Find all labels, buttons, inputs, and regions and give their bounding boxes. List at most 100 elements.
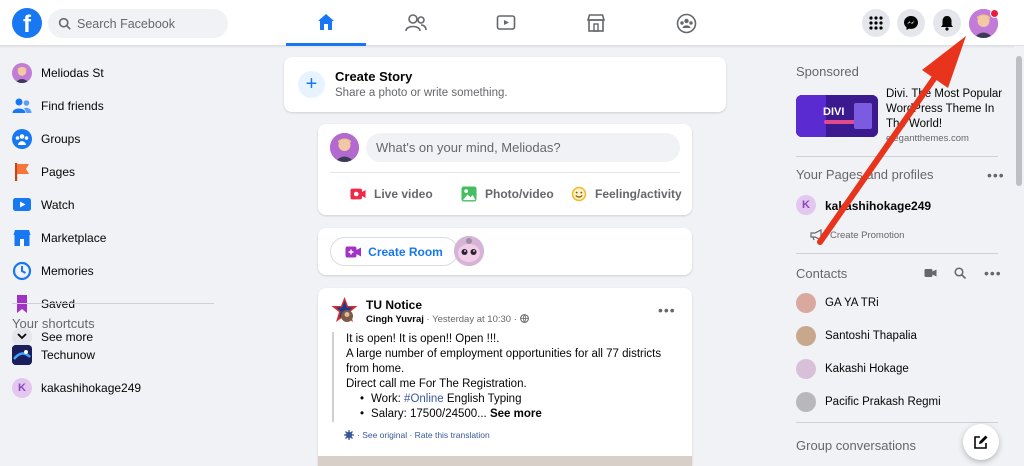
right-divider bbox=[796, 156, 998, 157]
shortcut-kakashihokage249[interactable]: K kakashihokage249 bbox=[0, 371, 230, 404]
bell-icon bbox=[941, 16, 953, 31]
groups-icon bbox=[676, 13, 696, 33]
post-body: It is open! It is open!! Open !!!. A lar… bbox=[332, 332, 678, 422]
bullet-text: Salary: 17500/24500... bbox=[371, 408, 490, 420]
tab-marketplace[interactable] bbox=[556, 0, 636, 46]
post-meta-author[interactable]: Cingh Yuvraj bbox=[366, 314, 424, 325]
translation-links[interactable]: · See original · Rate this translation bbox=[344, 430, 490, 440]
tab-friends[interactable] bbox=[376, 0, 456, 46]
watch-icon bbox=[12, 195, 32, 215]
messenger-button[interactable] bbox=[897, 9, 925, 37]
tab-watch[interactable] bbox=[466, 0, 546, 46]
composer-divider bbox=[330, 172, 680, 173]
translation-text[interactable]: · See original · Rate this translation bbox=[357, 430, 490, 440]
post-composer: Live video Photo/video Feeling/activity bbox=[318, 124, 692, 215]
contact-name: Santoshi Thapalia bbox=[825, 330, 917, 342]
search-icon bbox=[58, 17, 71, 30]
menu-grid-icon bbox=[869, 16, 883, 30]
friends-icon bbox=[12, 96, 32, 116]
create-story-card[interactable]: + Create Story Share a photo or write so… bbox=[284, 57, 726, 112]
feeling-activity-button[interactable]: Feeling/activity bbox=[571, 183, 682, 205]
post-line: It is open! It is open!! Open !!!. bbox=[346, 333, 500, 345]
post-options-button[interactable]: ••• bbox=[658, 302, 676, 318]
ad-site[interactable]: elegantthemes.com bbox=[886, 133, 969, 144]
home-icon bbox=[318, 13, 334, 30]
watch-icon bbox=[496, 15, 516, 30]
new-room-icon[interactable] bbox=[924, 268, 937, 278]
contact-name: Pacific Prakash Regmi bbox=[825, 396, 941, 408]
search-icon[interactable] bbox=[954, 267, 966, 279]
page-avatar[interactable]: K bbox=[796, 195, 816, 215]
avatar[interactable] bbox=[330, 133, 359, 162]
post-bullet: Work: #Online English Typing bbox=[360, 392, 678, 407]
sidebar-item-label: Watch bbox=[41, 197, 75, 212]
sponsored-title: Sponsored bbox=[796, 64, 859, 79]
live-video-button[interactable]: Live video bbox=[350, 183, 433, 205]
sidebar-divider bbox=[12, 303, 214, 304]
tab-home[interactable] bbox=[286, 0, 366, 46]
live-video-icon bbox=[350, 188, 366, 200]
post-image[interactable] bbox=[318, 456, 692, 466]
feed-post: TU Notice Cingh Yuvraj · Yesterday at 10… bbox=[318, 288, 692, 466]
sidebar-item-marketplace[interactable]: Marketplace bbox=[0, 221, 230, 254]
sidebar-item-watch[interactable]: Watch bbox=[0, 188, 230, 221]
room-friend-avatar[interactable] bbox=[454, 236, 484, 266]
feeling-activity-label: Feeling/activity bbox=[595, 187, 682, 201]
whats-on-your-mind-input[interactable] bbox=[366, 133, 680, 162]
globe-icon bbox=[519, 314, 529, 323]
photo-icon bbox=[461, 186, 477, 202]
create-promotion-button[interactable]: Create Promotion bbox=[810, 229, 904, 241]
smiley-icon bbox=[571, 186, 587, 202]
contact-item[interactable]: Kakashi Hokage bbox=[796, 358, 909, 380]
notifications-button[interactable] bbox=[933, 9, 961, 37]
shortcut-avatar bbox=[12, 344, 32, 365]
search-input[interactable] bbox=[77, 16, 217, 31]
post-meta: Cingh Yuvraj · Yesterday at 10:30 · bbox=[366, 314, 529, 325]
new-message-button[interactable] bbox=[963, 424, 999, 460]
post-author[interactable]: TU Notice bbox=[366, 298, 422, 312]
page-scrollbar[interactable] bbox=[1014, 46, 1024, 466]
hashtag-link[interactable]: #Online bbox=[404, 393, 444, 405]
group-conversations-title: Group conversations bbox=[796, 438, 916, 453]
marketplace-icon bbox=[586, 14, 606, 32]
video-camera-icon bbox=[345, 246, 362, 257]
sidebar-item-groups[interactable]: Groups bbox=[0, 122, 230, 155]
menu-button[interactable] bbox=[862, 9, 890, 37]
right-divider bbox=[796, 253, 998, 254]
ad-image[interactable]: DIVI bbox=[796, 95, 878, 137]
contact-name: Kakashi Hokage bbox=[825, 363, 909, 375]
ad-logo-text: DIVI bbox=[823, 106, 844, 118]
post-time[interactable]: · Yesterday at 10:30 · bbox=[427, 314, 517, 325]
see-more-link[interactable]: See more bbox=[490, 408, 542, 420]
sidebar-item-memories[interactable]: Memories bbox=[0, 254, 230, 287]
shortcuts-title: Your shortcuts bbox=[12, 316, 95, 331]
shortcut-label: kakashihokage249 bbox=[41, 380, 142, 395]
create-room-button[interactable]: Create Room bbox=[330, 237, 458, 266]
pages-options-button[interactable]: ••• bbox=[987, 167, 1005, 183]
sidebar-item-profile[interactable]: Meliodas St bbox=[0, 56, 230, 89]
create-promotion-label: Create Promotion bbox=[830, 229, 905, 241]
scrollbar-thumb[interactable] bbox=[1016, 56, 1022, 186]
contact-item[interactable]: Pacific Prakash Regmi bbox=[796, 391, 941, 413]
clock-icon bbox=[12, 261, 32, 281]
sidebar-item-label: Groups bbox=[41, 131, 81, 146]
page-name[interactable]: kakashihokage249 bbox=[825, 199, 931, 213]
notification-badge bbox=[990, 9, 999, 18]
contacts-options-button[interactable]: ••• bbox=[984, 265, 1002, 281]
page-logo-icon[interactable] bbox=[330, 296, 359, 325]
contact-item[interactable]: GA YA TRi bbox=[796, 292, 879, 314]
sidebar-item-label: Memories bbox=[41, 263, 94, 278]
compose-icon bbox=[974, 435, 988, 449]
ad-headline[interactable]: Divi. The Most Popular WordPress Theme I… bbox=[886, 87, 1006, 132]
contact-item[interactable]: Santoshi Thapalia bbox=[796, 325, 917, 347]
contact-avatar bbox=[796, 392, 816, 412]
sidebar-item-pages[interactable]: Pages bbox=[0, 155, 230, 188]
photo-video-button[interactable]: Photo/video bbox=[461, 183, 554, 205]
search-box[interactable] bbox=[48, 9, 228, 38]
facebook-logo[interactable]: f bbox=[12, 8, 42, 38]
shortcut-techunow[interactable]: Techunow bbox=[0, 338, 230, 371]
tab-groups[interactable] bbox=[646, 0, 726, 46]
create-story-title: Create Story bbox=[335, 69, 413, 84]
page-avatar: K bbox=[12, 377, 32, 398]
sidebar-item-find-friends[interactable]: Find friends bbox=[0, 89, 230, 122]
